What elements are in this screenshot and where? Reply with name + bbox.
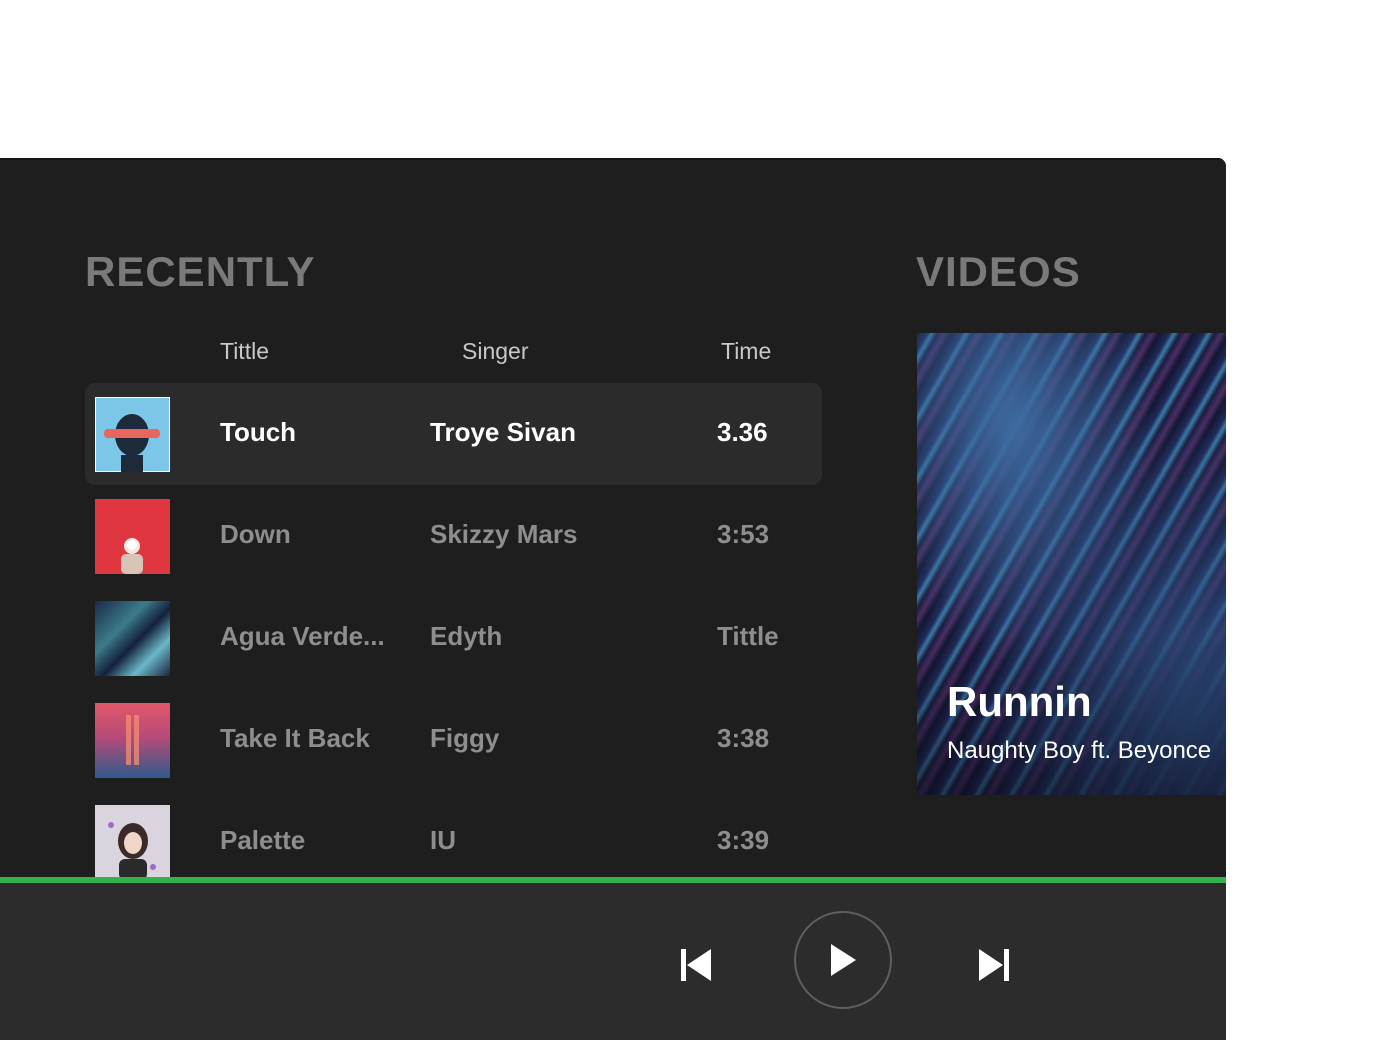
track-row-take-it-back[interactable]: Take It Back Figgy 3:38 xyxy=(85,689,822,791)
track-duration: 3:38 xyxy=(717,723,770,753)
track-title: Agua Verde... xyxy=(220,621,385,651)
track-singer: Figgy xyxy=(430,723,500,753)
track-title: Take It Back xyxy=(220,723,370,753)
video-title: Runnin xyxy=(947,678,1092,725)
videos-heading: VIDEOS xyxy=(916,248,1081,295)
track-singer: Skizzy Mars xyxy=(430,519,578,549)
track-duration: Tittle xyxy=(717,621,779,651)
track-duration: 3.36 xyxy=(717,417,768,447)
album-cover-image xyxy=(94,396,171,473)
album-cover-image xyxy=(95,601,170,676)
track-title: Touch xyxy=(220,417,297,447)
album-cover-image xyxy=(95,703,170,778)
video-card[interactable]: Runnin Naughty Boy ft. Beyonce xyxy=(917,333,1226,795)
track-singer: IU xyxy=(430,825,456,855)
column-header-title[interactable]: Tittle xyxy=(220,338,269,365)
column-header-time[interactable]: Time xyxy=(721,338,771,365)
track-row-touch[interactable]: Touch Troye Sivan 3.36 xyxy=(85,383,822,485)
track-singer: Edyth xyxy=(430,621,503,651)
player-controls-bar xyxy=(0,883,1226,1040)
track-title: Palette xyxy=(220,825,306,855)
play-icon xyxy=(831,944,856,976)
music-app-window: RECENTLY VIDEOS Tittle Singer Time Touch… xyxy=(0,158,1226,1040)
album-cover-image xyxy=(95,499,170,574)
next-track-button[interactable] xyxy=(970,941,1018,989)
previous-track-button[interactable] xyxy=(672,941,720,989)
recently-heading: RECENTLY xyxy=(85,248,316,295)
track-row-down[interactable]: Down Skizzy Mars 3:53 xyxy=(85,485,822,587)
album-cover-image xyxy=(95,805,170,880)
video-artist: Naughty Boy ft. Beyonce xyxy=(947,737,1212,764)
next-track-icon xyxy=(979,949,1009,981)
previous-track-icon xyxy=(681,949,711,981)
track-row-agua-verde[interactable]: Agua Verde... Edyth Tittle xyxy=(85,587,822,689)
track-title: Down xyxy=(220,519,291,549)
track-singer: Troye Sivan xyxy=(430,417,576,447)
play-button[interactable] xyxy=(794,911,892,1009)
track-duration: 3:53 xyxy=(717,519,770,549)
column-header-singer[interactable]: Singer xyxy=(462,338,528,365)
track-duration: 3:39 xyxy=(717,825,770,855)
